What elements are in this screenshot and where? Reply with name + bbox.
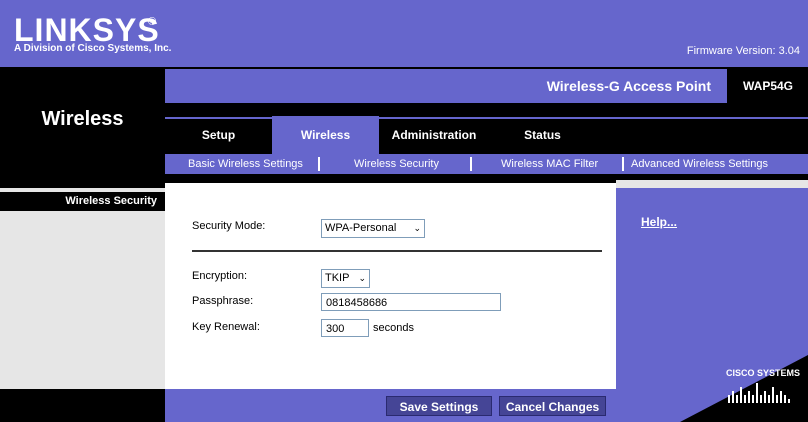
subnav-basic-wireless-settings[interactable]: Basic Wireless Settings <box>188 154 303 174</box>
passphrase-label: Passphrase: <box>192 295 254 307</box>
cancel-changes-button[interactable]: Cancel Changes <box>499 396 606 416</box>
firmware-version: Firmware Version: 3.04 <box>686 45 800 57</box>
security-mode-label: Security Mode: <box>192 220 266 232</box>
settings-panel <box>165 183 616 389</box>
subnav-separator <box>318 157 320 171</box>
left-column-body <box>0 211 165 389</box>
encryption-select[interactable]: TKIP ⌄ <box>321 269 370 288</box>
subnav-advanced-wireless-settings[interactable]: Advanced Wireless Settings <box>631 154 768 174</box>
security-mode-value: WPA-Personal <box>325 222 397 234</box>
key-renewal-label: Key Renewal: <box>192 321 260 333</box>
tab-setup[interactable]: Setup <box>165 116 272 154</box>
subnav-separator <box>470 157 472 171</box>
right-panel-strip <box>616 180 808 188</box>
left-column-bottom <box>0 389 165 422</box>
encryption-label: Encryption: <box>192 270 248 282</box>
tab-administration[interactable]: Administration <box>379 116 489 154</box>
registered-mark: ® <box>148 16 157 28</box>
tab-wireless[interactable]: Wireless <box>272 116 379 154</box>
section-title: Wireless <box>41 108 124 130</box>
key-renewal-input[interactable]: 300 <box>321 319 369 337</box>
model-number: WAP54G <box>742 79 793 93</box>
key-renewal-unit: seconds <box>373 322 414 334</box>
encryption-value: TKIP <box>325 272 350 284</box>
help-link[interactable]: Help... <box>641 215 677 229</box>
sidebar-label: Wireless Security <box>65 195 157 207</box>
cisco-bars-icon <box>728 383 790 403</box>
chevron-down-icon: ⌄ <box>413 223 421 233</box>
subnav-wireless-security[interactable]: Wireless Security <box>354 154 439 174</box>
security-mode-select[interactable]: WPA-Personal ⌄ <box>321 219 425 238</box>
subnav-separator <box>622 157 624 171</box>
brand-subtitle: A Division of Cisco Systems, Inc. <box>14 43 172 54</box>
linksys-logo: LINKSYS <box>14 12 160 48</box>
cisco-logo-text: CISCO SYSTEMS <box>726 368 801 378</box>
tab-status[interactable]: Status <box>489 116 596 154</box>
chevron-down-icon: ⌄ <box>358 273 366 283</box>
save-settings-button[interactable]: Save Settings <box>386 396 492 416</box>
subnav-wireless-mac-filter[interactable]: Wireless MAC Filter <box>501 154 598 174</box>
left-column-top <box>0 174 165 188</box>
product-title: Wireless-G Access Point <box>546 78 711 94</box>
form-divider <box>192 250 602 252</box>
passphrase-input[interactable]: 0818458686 <box>321 293 501 311</box>
